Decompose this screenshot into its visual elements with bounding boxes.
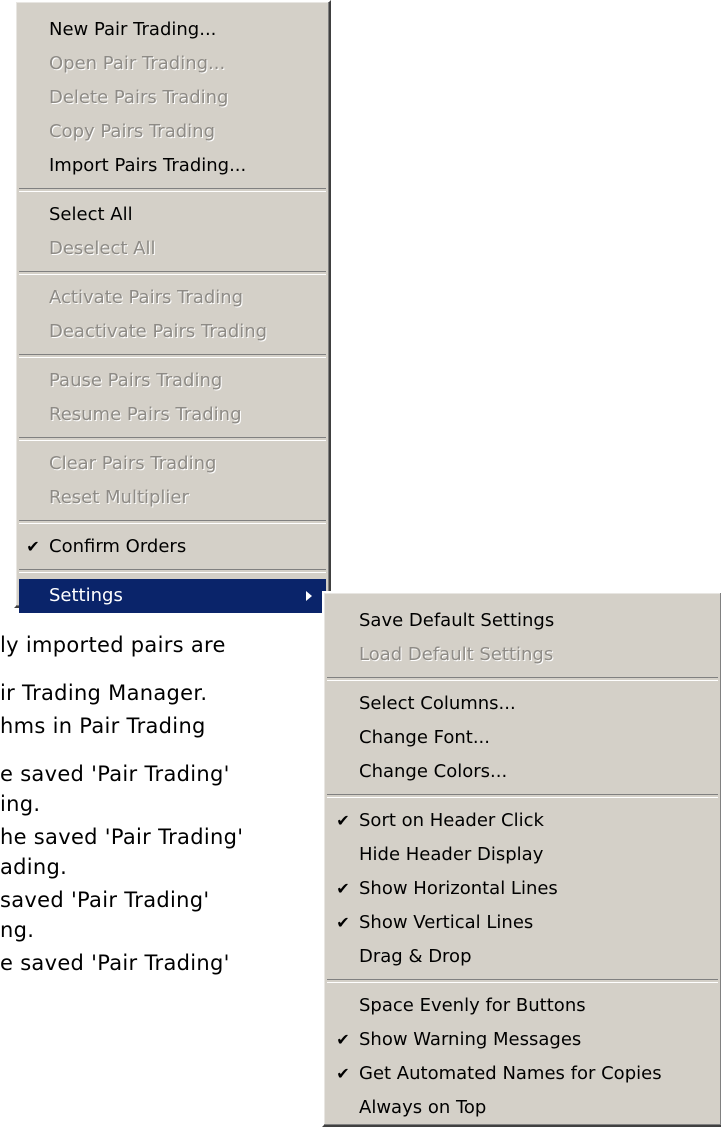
menu-item-hide-header-display[interactable]: Hide Header Display — [324, 838, 721, 872]
menu-item-drag-and-drop[interactable]: Drag & Drop — [324, 940, 721, 974]
menu-item-select-all[interactable]: Select All — [16, 198, 329, 232]
checkmark-icon: ✔ — [336, 811, 350, 830]
submenu-arrow-icon — [306, 591, 312, 601]
menu-separator — [327, 677, 718, 681]
menu-item-label: Show Warning Messages — [359, 1029, 582, 1050]
menu-item-load-default-settings[interactable]: Load Default Settings — [324, 638, 721, 672]
menu-item-label: Confirm Orders — [49, 536, 187, 557]
menu-item-label: Get Automated Names for Copies — [359, 1063, 662, 1084]
background-text-line: he saved 'Pair Trading' — [0, 825, 244, 849]
settings-submenu: Save Default Settings Load Default Setti… — [322, 591, 721, 1127]
background-text-line: hms in Pair Trading — [0, 714, 206, 738]
menu-separator — [327, 979, 718, 983]
background-text-line: e saved 'Pair Trading' — [0, 762, 230, 786]
menu-separator — [327, 794, 718, 798]
background-text-line: ading. — [0, 855, 68, 879]
menu-item-confirm-orders[interactable]: ✔ Confirm Orders — [16, 530, 329, 564]
background-text-line: ing. — [0, 792, 41, 816]
menu-item-always-on-top[interactable]: Always on Top — [324, 1091, 721, 1125]
pair-trading-context-menu: New Pair Trading... Open Pair Trading...… — [14, 0, 331, 613]
menu-item-import-pairs-trading[interactable]: Import Pairs Trading... — [16, 149, 329, 183]
menu-item-reset-multiplier[interactable]: Reset Multiplier — [16, 481, 329, 515]
menu-separator — [19, 437, 326, 441]
background-text-line: ir Trading Manager. — [0, 681, 208, 705]
menu-item-new-pair-trading[interactable]: New Pair Trading... — [16, 13, 329, 47]
menu-item-show-warning-messages[interactable]: ✔ Show Warning Messages — [324, 1023, 721, 1057]
menu-item-pause-pairs-trading[interactable]: Pause Pairs Trading — [16, 364, 329, 398]
background-text-line: saved 'Pair Trading' — [0, 888, 210, 912]
menu-item-show-horizontal-lines[interactable]: ✔ Show Horizontal Lines — [324, 872, 721, 906]
menu-separator — [19, 188, 326, 192]
menu-separator — [19, 520, 326, 524]
checkmark-icon: ✔ — [336, 1030, 350, 1049]
menu-item-label: Show Vertical Lines — [359, 912, 534, 933]
menu-separator — [19, 271, 326, 275]
menu-item-show-vertical-lines[interactable]: ✔ Show Vertical Lines — [324, 906, 721, 940]
menu-item-settings[interactable]: Settings — [19, 579, 326, 613]
menu-item-clear-pairs-trading[interactable]: Clear Pairs Trading — [16, 447, 329, 481]
background-text-line: ng. — [0, 918, 35, 942]
menu-item-select-columns[interactable]: Select Columns... — [324, 687, 721, 721]
menu-item-delete-pairs-trading[interactable]: Delete Pairs Trading — [16, 81, 329, 115]
menu-item-save-default-settings[interactable]: Save Default Settings — [324, 604, 721, 638]
menu-item-deactivate-pairs-trading[interactable]: Deactivate Pairs Trading — [16, 315, 329, 349]
menu-item-copy-pairs-trading[interactable]: Copy Pairs Trading — [16, 115, 329, 149]
menu-item-label: Show Horizontal Lines — [359, 878, 558, 899]
background-text-line: ly imported pairs are — [0, 633, 226, 657]
menu-item-label: Sort on Header Click — [359, 810, 544, 831]
menu-item-sort-on-header-click[interactable]: ✔ Sort on Header Click — [324, 804, 721, 838]
menu-item-space-evenly-for-buttons[interactable]: Space Evenly for Buttons — [324, 989, 721, 1023]
checkmark-icon: ✔ — [26, 537, 40, 556]
checkmark-icon: ✔ — [336, 1064, 350, 1083]
menu-item-activate-pairs-trading[interactable]: Activate Pairs Trading — [16, 281, 329, 315]
menu-item-label: Settings — [49, 585, 123, 606]
menu-item-get-automated-names[interactable]: ✔ Get Automated Names for Copies — [324, 1057, 721, 1091]
menu-separator — [19, 569, 326, 573]
menu-separator — [19, 354, 326, 358]
menu-item-deselect-all[interactable]: Deselect All — [16, 232, 329, 266]
menu-item-change-colors[interactable]: Change Colors... — [324, 755, 721, 789]
menu-item-change-font[interactable]: Change Font... — [324, 721, 721, 755]
checkmark-icon: ✔ — [336, 879, 350, 898]
menu-item-open-pair-trading[interactable]: Open Pair Trading... — [16, 47, 329, 81]
background-text-line: e saved 'Pair Trading' — [0, 951, 230, 975]
menu-item-resume-pairs-trading[interactable]: Resume Pairs Trading — [16, 398, 329, 432]
checkmark-icon: ✔ — [336, 913, 350, 932]
